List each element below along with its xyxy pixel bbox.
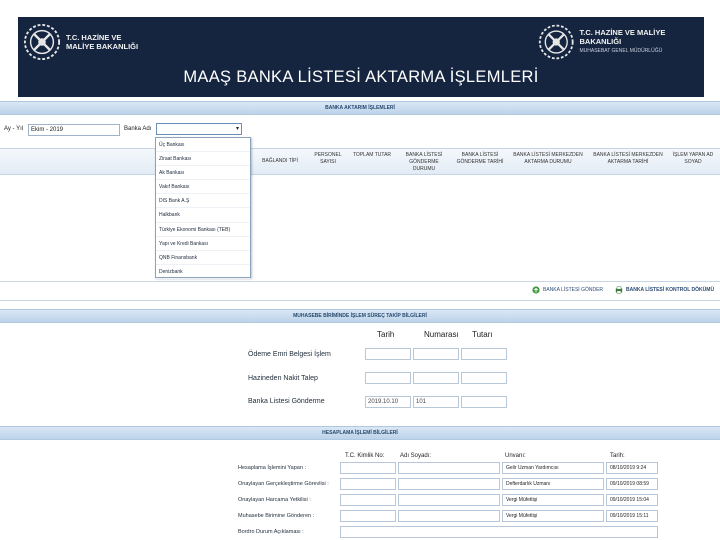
bank-option[interactable]: Denizbank [156, 265, 250, 279]
nakit-amount-field[interactable] [461, 372, 507, 384]
control-print-label: BANKA LİSTESİ KONTROL DÖKÜMÜ [626, 287, 715, 293]
bank-option[interactable]: Türkiye Ekonomi Bankası (TEB) [156, 223, 250, 237]
title-field[interactable]: Vergi Müfettişi [502, 510, 604, 522]
ministry-logo-right: T.C. HAZİNE VE MALİYE BAKANLIĞI MUHASEBA… [538, 23, 704, 61]
date-field[interactable]: 09/10/2019 08:59 [606, 478, 658, 490]
col-tc: T.C. Kimlik No: [345, 453, 385, 459]
page-title: MAAŞ BANKA LİSTESİ AKTARMA İŞLEMLERİ [183, 68, 539, 86]
row-odeme-emri: Ödeme Emri Belgesi İşlem [248, 351, 331, 358]
bank-dropdown-list[interactable]: Üç Bankası Ziraat Bankası Ak Bankası Vak… [155, 137, 251, 279]
tracking-section-header: MUHASEBE BİRİMİNDE İŞLEM SÜREÇ TAKİP BİL… [0, 309, 720, 323]
tc-field[interactable] [340, 462, 396, 474]
bank-option[interactable]: Ak Bankası [156, 166, 250, 181]
print-icon [615, 286, 623, 294]
banka-date-field[interactable]: 2019.10.10 [365, 396, 411, 408]
row-nakit-talep: Hazineden Nakit Talep [248, 375, 318, 382]
col-tarih: Tarih [377, 330, 395, 339]
tc-field[interactable] [340, 510, 396, 522]
col-tutari: Tutarı [472, 330, 493, 339]
dropdown-arrow-icon: ▾ [235, 126, 239, 132]
col-islem-yapan: İŞLEM YAPAN AD SOYAD [672, 152, 714, 165]
tc-field[interactable] [340, 478, 396, 490]
col-ad-soyad: Adı Soyadı: [400, 453, 432, 459]
name-field[interactable] [398, 494, 500, 506]
date-field[interactable]: 09/10/2019 15:04 [606, 494, 658, 506]
banka-amount-field[interactable] [461, 396, 507, 408]
name-field[interactable] [398, 510, 500, 522]
col-personel-sayisi: PERSONEL SAYISI [314, 152, 342, 165]
bordro-status-field[interactable] [340, 526, 658, 538]
calc-row-label: Muhasebe Birimine Gönderen : [238, 513, 315, 519]
period-label: Ay - Yıl [4, 126, 24, 132]
bank-option[interactable]: Ziraat Bankası [156, 152, 250, 167]
col-gonderme-durumu: BANKA LİSTESİ GÖNDERME DURUMU [405, 152, 443, 172]
calc-section-header: HESAPLAMA İŞLEMİ BİLGİLERİ [0, 426, 720, 440]
bank-select[interactable]: ▾ [156, 123, 242, 135]
divider [0, 300, 720, 301]
bank-option[interactable]: QNB Finansbank [156, 251, 250, 265]
calc-row-label: Hesaplama İşlemini Yapan : [238, 465, 306, 471]
bank-option[interactable]: Yapı ve Kredi Bankası [156, 237, 250, 251]
nakit-number-field[interactable] [413, 372, 459, 384]
col-aktarma-tarihi: BANKA LİSTESİ MERKEZDEN AKTARMA TARİHİ [593, 152, 663, 165]
col-tarih: Tarih: [610, 453, 625, 459]
period-select[interactable]: Ekim - 2019 [28, 124, 120, 136]
ministry-logo-left: T.C. HAZİNE VE MALİYE BAKANLIĞI [23, 23, 138, 61]
title-banner: T.C. HAZİNE VE MALİYE BAKANLIĞI T.C. HAZ… [18, 17, 704, 97]
title-field[interactable]: Defterdarlık Uzmanı [502, 478, 604, 490]
right-logo-line1: T.C. HAZİNE VE MALİYE BAKANLIĞI [579, 28, 666, 46]
emblem-icon [538, 24, 574, 60]
bank-label: Banka Adı [124, 126, 152, 132]
period-value: Ekim - 2019 [31, 127, 64, 133]
title-field[interactable]: Vergi Müfettişi [502, 494, 604, 506]
nakit-date-field[interactable] [365, 372, 411, 384]
divider [0, 281, 720, 282]
send-list-button[interactable]: BANKA LİSTESİ GÖNDER [532, 286, 603, 294]
title-field[interactable]: Gelir Uzman Yardımcısı [502, 462, 604, 474]
calc-row-label: Onaylayan Harcama Yetkilisi : [238, 497, 311, 503]
transfer-section-header: BANKA AKTARIM İŞLEMLERİ [0, 101, 720, 115]
right-logo-line2: MUHASEBAT GENEL MÜDÜRLÜĞÜ [579, 48, 663, 54]
banka-number-field[interactable]: 101 [413, 396, 459, 408]
col-gonderme-tarihi: BANKA LİSTESİ GÖNDERME TARİHİ [456, 152, 504, 165]
odeme-amount-field[interactable] [461, 348, 507, 360]
calc-row-label: Onaylayan Gerçekleştirme Görevlisi : [238, 481, 329, 487]
bank-option[interactable]: Vakıf Bankası [156, 180, 250, 195]
row-banka-listesi: Banka Listesi Gönderme [248, 398, 325, 405]
date-field[interactable]: 08/10/2019 9:24 [606, 462, 658, 474]
emblem-icon [23, 23, 61, 61]
send-icon [532, 286, 540, 294]
bank-option[interactable]: Üç Bankası [156, 138, 250, 153]
col-numarasi: Numarası [424, 330, 459, 339]
name-field[interactable] [398, 478, 500, 490]
bank-option[interactable]: Halkbank [156, 208, 250, 223]
odeme-number-field[interactable] [413, 348, 459, 360]
odeme-date-field[interactable] [365, 348, 411, 360]
control-print-button[interactable]: BANKA LİSTESİ KONTROL DÖKÜMÜ [615, 286, 714, 294]
left-logo-line1: T.C. HAZİNE VE [66, 33, 122, 42]
col-aktarma-durumu: BANKA LİSTESİ MERKEZDEN AKTARMA DURUMU [513, 152, 583, 165]
date-field[interactable]: 09/10/2019 15:11 [606, 510, 658, 522]
bank-option[interactable]: DIS Bank A.Ş [156, 194, 250, 209]
col-unvan: Unvanı: [505, 453, 526, 459]
name-field[interactable] [398, 462, 500, 474]
tc-field[interactable] [340, 494, 396, 506]
send-list-label: BANKA LİSTESİ GÖNDER [543, 287, 604, 293]
col-bagland-tipi: BAĞLANDI TİPİ [262, 158, 298, 164]
left-logo-line2: MALİYE BAKANLIĞI [66, 42, 139, 51]
col-toplam-tutar: TOPLAM TUTAR [352, 152, 392, 158]
calc-row-label: Bordro Durum Açıklaması : [238, 529, 304, 535]
